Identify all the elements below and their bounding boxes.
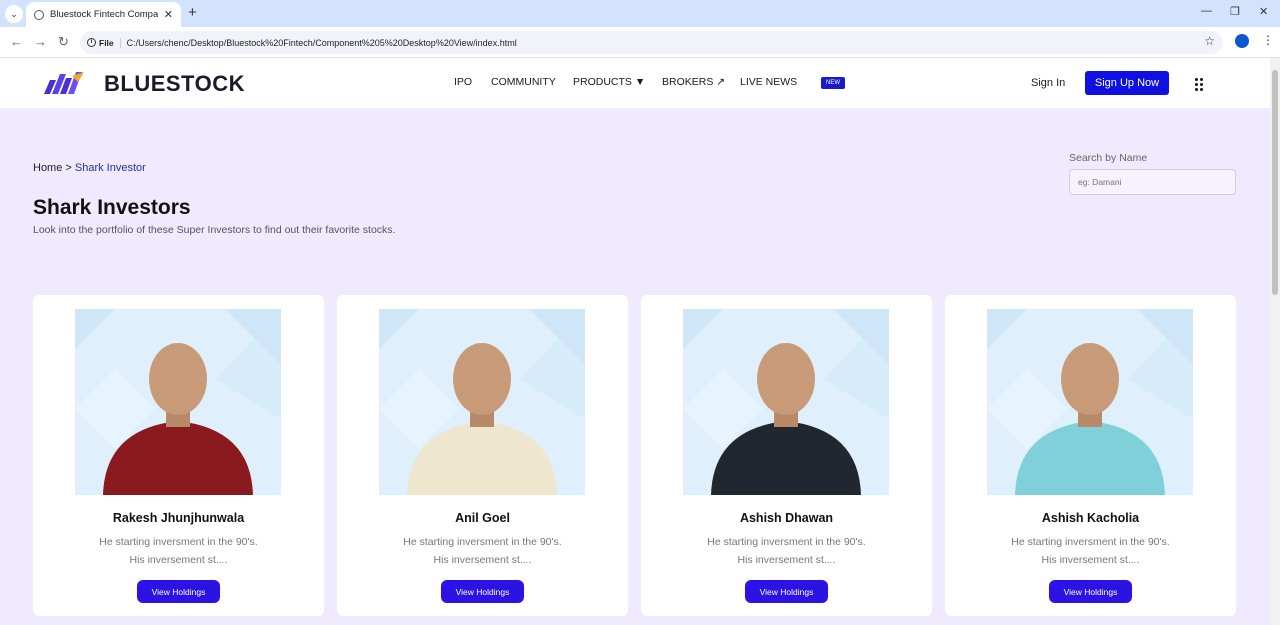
- main-nav: IPO COMMUNITY PRODUCTS ▼ BROKERS ↗ LIVE …: [454, 76, 797, 88]
- close-tab-icon[interactable]: ✕: [164, 8, 173, 21]
- sign-in-link[interactable]: Sign In: [1031, 77, 1065, 89]
- omnibox[interactable]: i File C:/Users/chenc/Desktop/Bluestock%…: [80, 31, 1223, 54]
- investor-card[interactable]: Ashish Dhawan He starting inversment in …: [641, 295, 932, 616]
- reload-icon[interactable]: ↻: [58, 34, 69, 50]
- address-bar: ← → ↻ i File C:/Users/chenc/Desktop/Blue…: [0, 27, 1280, 58]
- view-holdings-button[interactable]: View Holdings: [745, 580, 828, 603]
- view-holdings-button[interactable]: View Holdings: [137, 580, 220, 603]
- forward-icon[interactable]: →: [34, 34, 47, 49]
- investor-description: He starting inversment in the 90's. His …: [337, 534, 628, 569]
- investor-photo: [75, 309, 281, 495]
- nav-ipo[interactable]: IPO: [454, 76, 491, 88]
- search-input[interactable]: [1069, 169, 1236, 195]
- investor-card[interactable]: Rakesh Jhunjhunwala He starting inversme…: [33, 295, 324, 616]
- description-line: His inversement st....: [433, 553, 532, 566]
- brand-name[interactable]: BLUESTOCK: [104, 71, 245, 97]
- scrollbar-thumb[interactable]: [1272, 70, 1278, 295]
- investor-description: He starting inversment in the 90's. His …: [641, 534, 932, 569]
- globe-icon: [34, 9, 44, 20]
- view-holdings-button[interactable]: View Holdings: [1049, 580, 1132, 603]
- investor-card[interactable]: Anil Goel He starting inversment in the …: [337, 295, 628, 616]
- description-line: His inversement st....: [129, 553, 228, 566]
- url-text[interactable]: C:/Users/chenc/Desktop/Bluestock%20Finte…: [127, 38, 517, 48]
- description-line: His inversement st....: [1041, 553, 1140, 566]
- investor-card[interactable]: Ashish Kacholia He starting inversment i…: [945, 295, 1236, 616]
- breadcrumb-separator: >: [62, 162, 75, 174]
- investor-name: Anil Goel: [455, 511, 510, 525]
- browser-menu-icon[interactable]: ⋮: [1262, 33, 1274, 47]
- investor-photo: [987, 309, 1193, 495]
- sign-up-button[interactable]: Sign Up Now: [1085, 71, 1169, 95]
- tab-search-icon[interactable]: ⌄: [5, 5, 23, 23]
- scrollbar[interactable]: [1270, 58, 1280, 625]
- investor-name: Rakesh Jhunjhunwala: [112, 511, 245, 525]
- info-icon: i: [87, 38, 96, 47]
- minimize-icon[interactable]: —: [1201, 5, 1212, 17]
- bookmark-star-icon[interactable]: ☆: [1204, 34, 1215, 48]
- page-subtitle: Look into the portfolio of these Super I…: [33, 224, 396, 236]
- apps-grid-icon[interactable]: [1195, 78, 1203, 91]
- nav-community[interactable]: COMMUNITY: [491, 76, 573, 88]
- breadcrumb: Home > Shark Investor: [33, 162, 146, 174]
- investor-description: He starting inversment in the 90's. His …: [33, 534, 324, 569]
- restore-icon[interactable]: ❐: [1230, 5, 1240, 18]
- file-label: File: [99, 37, 114, 48]
- search-label: Search by Name: [1069, 152, 1148, 164]
- profile-avatar-icon[interactable]: [1235, 34, 1249, 48]
- page-title: Shark Investors: [33, 196, 191, 219]
- nav-products[interactable]: PRODUCTS ▼: [573, 76, 662, 88]
- browser-tab-strip: ⌄ Bluestock Fintech Company ✕ + — ❐ ✕: [0, 0, 1280, 27]
- investor-photo: [683, 309, 889, 495]
- breadcrumb-home[interactable]: Home: [33, 162, 62, 174]
- back-icon[interactable]: ←: [10, 34, 23, 49]
- description-line: He starting inversment in the 90's.: [403, 536, 562, 548]
- nav-live-news[interactable]: LIVE NEWS: [740, 76, 797, 88]
- description-line: He starting inversment in the 90's.: [1011, 536, 1170, 548]
- view-holdings-button[interactable]: View Holdings: [441, 580, 524, 603]
- investor-name: Ashish Dhawan: [739, 511, 834, 525]
- description-line: He starting inversment in the 90's.: [707, 536, 866, 548]
- description-line: He starting inversment in the 90's.: [99, 536, 258, 548]
- investor-photo: [379, 309, 585, 495]
- bluestock-logo[interactable]: [42, 70, 86, 96]
- close-window-icon[interactable]: ✕: [1259, 5, 1268, 18]
- tab-title: Bluestock Fintech Company: [50, 9, 158, 20]
- browser-tab[interactable]: Bluestock Fintech Company ✕: [26, 2, 181, 27]
- breadcrumb-current[interactable]: Shark Investor: [75, 162, 146, 174]
- investor-name: Ashish Kacholia: [1041, 511, 1140, 525]
- site-header: BLUESTOCK IPO COMMUNITY PRODUCTS ▼ BROKE…: [0, 58, 1270, 108]
- description-line: His inversement st....: [737, 553, 836, 566]
- site-info-chip[interactable]: i File: [87, 37, 121, 48]
- page: BLUESTOCK IPO COMMUNITY PRODUCTS ▼ BROKE…: [0, 58, 1270, 625]
- nav-brokers[interactable]: BROKERS ↗: [662, 76, 740, 88]
- new-tab-icon[interactable]: +: [188, 4, 197, 21]
- new-badge: NEW: [821, 77, 845, 89]
- investor-description: He starting inversment in the 90's. His …: [945, 534, 1236, 569]
